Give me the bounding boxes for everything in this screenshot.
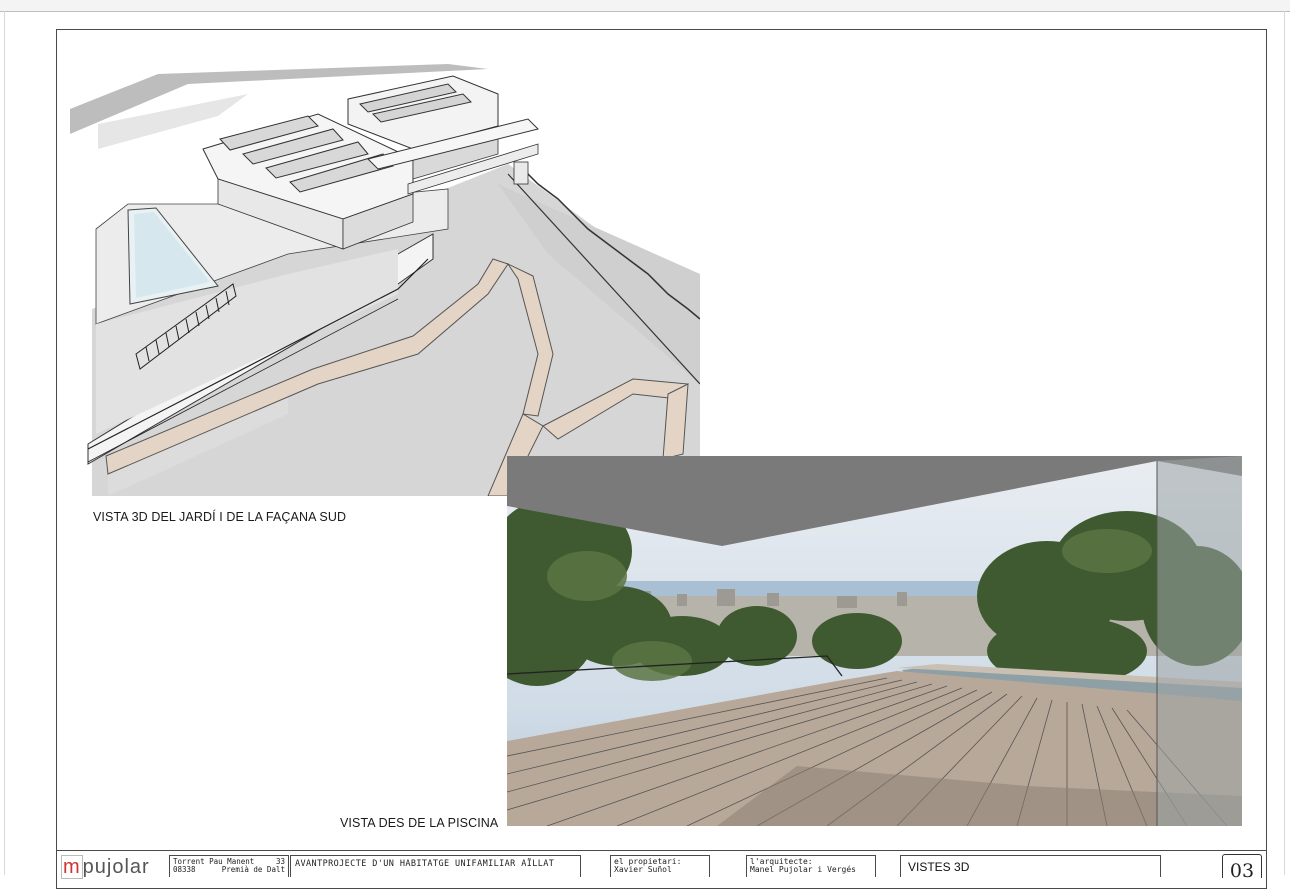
owner-info: el propietari: Xavier Suñol — [610, 855, 710, 877]
project-title: AVANTPROJECTE D'UN HABITATGE UNIFAMILIAR… — [290, 855, 581, 877]
viewer-toolbar-edge — [0, 0, 1290, 12]
architect-name: Manel Pujolar i Vergés — [750, 865, 856, 874]
pool-view-caption: VISTA DES DE LA PISCINA — [340, 816, 499, 830]
title-block: m pujolar Torrent Pau Manent 33 08338 Premi… — [56, 850, 1267, 882]
address-postcode: 08338 — [173, 865, 196, 874]
sheet-title: VISTES 3D — [900, 855, 1161, 877]
address-town: Premià de Dalt — [221, 865, 285, 874]
sheet-number: 03 — [1222, 854, 1262, 882]
page-edge-left — [4, 11, 5, 875]
garden-view-caption: VISTA 3D DEL JARDÍ I DE LA FAÇANA SUD — [93, 510, 347, 524]
pool-view-render — [507, 456, 1242, 826]
logo-mark: m — [61, 855, 83, 879]
studio-address: Torrent Pau Manent 33 08338 Premià de Dalt — [169, 855, 289, 877]
architect-info: l'arquitecte: Manel Pujolar i Vergés — [746, 855, 876, 877]
garden-3d-render — [68, 54, 700, 496]
studio-logo: m pujolar — [61, 855, 150, 879]
owner-name: Xavier Suñol — [614, 865, 672, 874]
page-edge-right — [1284, 11, 1285, 875]
